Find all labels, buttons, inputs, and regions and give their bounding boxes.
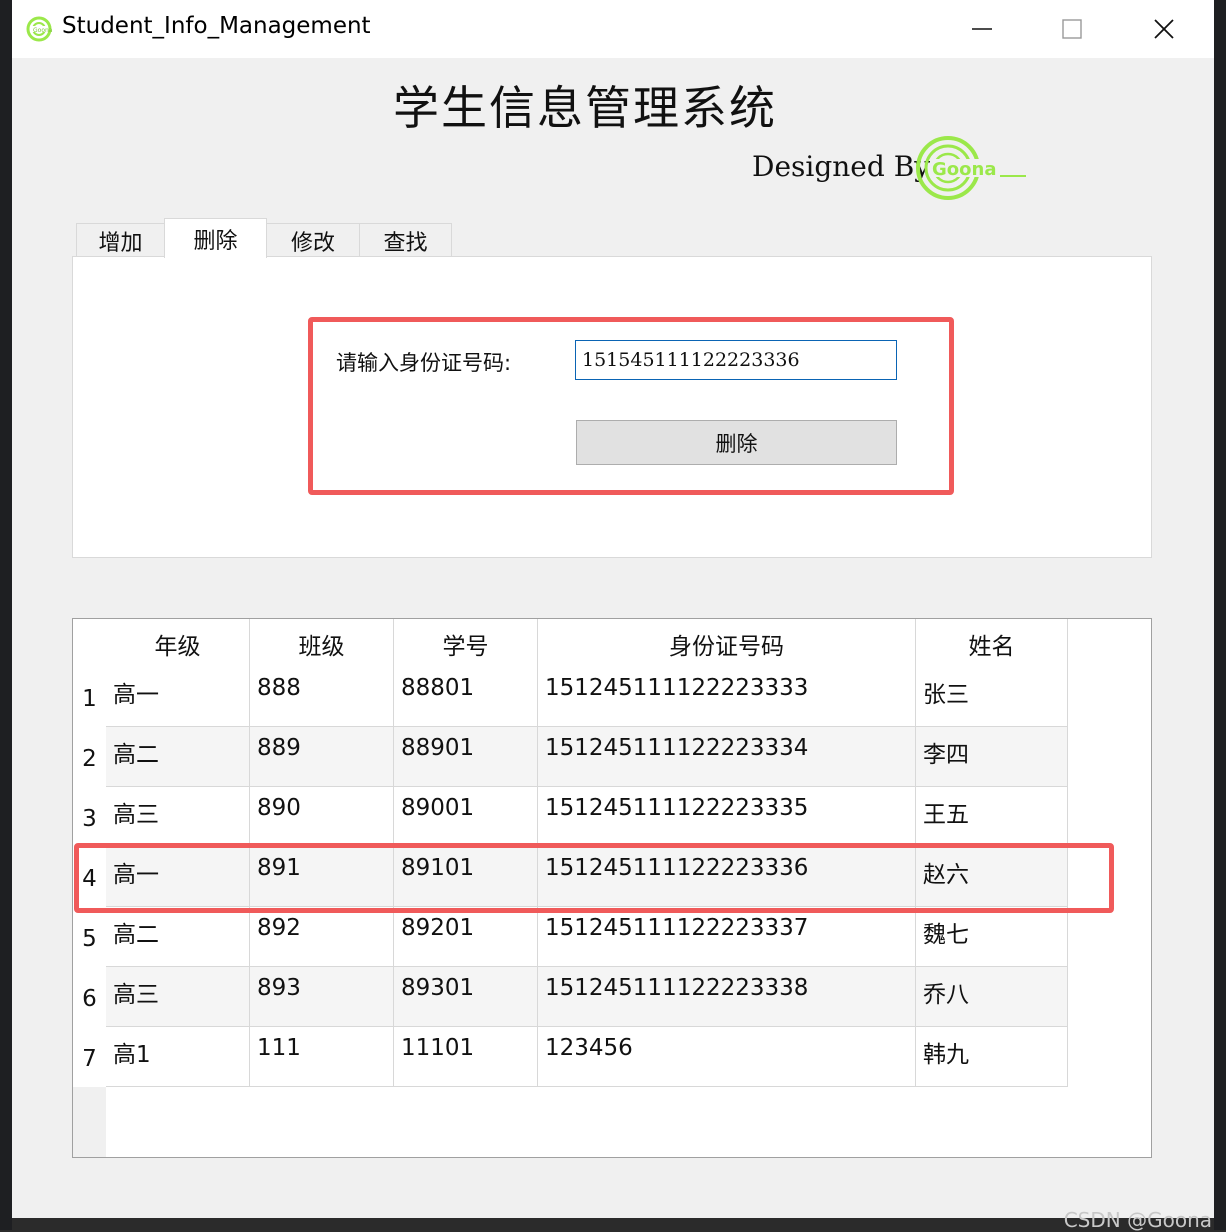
row-number[interactable]: 7 xyxy=(73,1027,106,1087)
cell-grade[interactable]: 高一 xyxy=(106,667,250,727)
cell-grade[interactable]: 高二 xyxy=(106,907,250,967)
background-editor-right xyxy=(1214,0,1226,1230)
cell-student-id[interactable]: 88901 xyxy=(394,727,538,787)
close-button[interactable] xyxy=(1118,0,1210,58)
app-title: 学生信息管理系统 xyxy=(393,81,777,135)
maximize-button[interactable] xyxy=(1026,0,1118,58)
cell-student-id[interactable]: 11101 xyxy=(394,1027,538,1087)
app-icon: Goona xyxy=(26,16,52,42)
cell-name[interactable]: 张三 xyxy=(916,667,1068,727)
minimize-button[interactable] xyxy=(936,0,1028,58)
cell-name[interactable]: 李四 xyxy=(916,727,1068,787)
app-window: Goona Student_Info_Management 学生信息管理系统 D… xyxy=(12,0,1214,1218)
cell-id-number[interactable]: 123456 xyxy=(538,1027,916,1087)
tab-delete-label: 删除 xyxy=(193,228,238,254)
cell-id-number[interactable]: 151245111122223334 xyxy=(538,727,916,787)
row-number[interactable]: 1 xyxy=(73,667,106,727)
form-highlight-annotation xyxy=(308,317,954,495)
cell-grade[interactable]: 高三 xyxy=(106,967,250,1027)
window-title: Student_Info_Management xyxy=(62,13,371,39)
goona-logo: Goona xyxy=(916,136,1026,200)
maximize-icon xyxy=(1062,19,1082,39)
svg-text:Goona: Goona xyxy=(932,159,996,180)
cell-student-id[interactable]: 89301 xyxy=(394,967,538,1027)
column-header-class[interactable]: 班级 xyxy=(250,619,394,669)
tab-add[interactable]: 增加 xyxy=(76,223,165,257)
cell-id-number[interactable]: 151245111122223333 xyxy=(538,667,916,727)
tab-edit[interactable]: 修改 xyxy=(266,223,360,257)
tab-delete[interactable]: 删除 xyxy=(164,218,267,258)
tab-add-label: 增加 xyxy=(98,230,143,256)
column-header-id-number[interactable]: 身份证号码 xyxy=(538,619,916,669)
column-header-student-id[interactable]: 学号 xyxy=(394,619,538,669)
close-icon xyxy=(1154,19,1174,39)
title-bar: Goona Student_Info_Management xyxy=(12,0,1214,58)
cell-class[interactable]: 893 xyxy=(250,967,394,1027)
cell-class[interactable]: 890 xyxy=(250,787,394,847)
cell-grade[interactable]: 高二 xyxy=(106,727,250,787)
row-number[interactable]: 6 xyxy=(73,967,106,1027)
row-number[interactable]: 3 xyxy=(73,787,106,847)
cell-name[interactable]: 乔八 xyxy=(916,967,1068,1027)
cell-id-number[interactable]: 151245111122223335 xyxy=(538,787,916,847)
table-corner[interactable] xyxy=(73,619,106,669)
cell-id-number[interactable]: 151245111122223338 xyxy=(538,967,916,1027)
row-number[interactable]: 5 xyxy=(73,907,106,967)
background-editor-left xyxy=(0,0,12,1230)
row-highlight-annotation xyxy=(74,843,1114,913)
designed-by-label: Designed By xyxy=(752,150,931,183)
cell-id-number[interactable]: 151245111122223337 xyxy=(538,907,916,967)
cell-class[interactable]: 888 xyxy=(250,667,394,727)
column-header-grade[interactable]: 年级 xyxy=(106,619,250,669)
svg-text:Goona: Goona xyxy=(33,27,52,34)
cell-student-id[interactable]: 89001 xyxy=(394,787,538,847)
cell-student-id[interactable]: 88801 xyxy=(394,667,538,727)
cell-name[interactable]: 韩九 xyxy=(916,1027,1068,1087)
watermark: CSDN @Goona xyxy=(1063,1208,1212,1232)
cell-student-id[interactable]: 89201 xyxy=(394,907,538,967)
tab-edit-label: 修改 xyxy=(290,230,335,256)
minimize-icon xyxy=(972,28,992,30)
cell-class[interactable]: 889 xyxy=(250,727,394,787)
tab-search-label: 查找 xyxy=(383,230,428,256)
cell-name[interactable]: 王五 xyxy=(916,787,1068,847)
cell-class[interactable]: 892 xyxy=(250,907,394,967)
row-number[interactable]: 2 xyxy=(73,727,106,787)
cell-grade[interactable]: 高三 xyxy=(106,787,250,847)
cell-grade[interactable]: 高1 xyxy=(106,1027,250,1087)
tab-search[interactable]: 查找 xyxy=(359,223,452,257)
cell-class[interactable]: 111 xyxy=(250,1027,394,1087)
column-header-name[interactable]: 姓名 xyxy=(916,619,1068,669)
cell-name[interactable]: 魏七 xyxy=(916,907,1068,967)
